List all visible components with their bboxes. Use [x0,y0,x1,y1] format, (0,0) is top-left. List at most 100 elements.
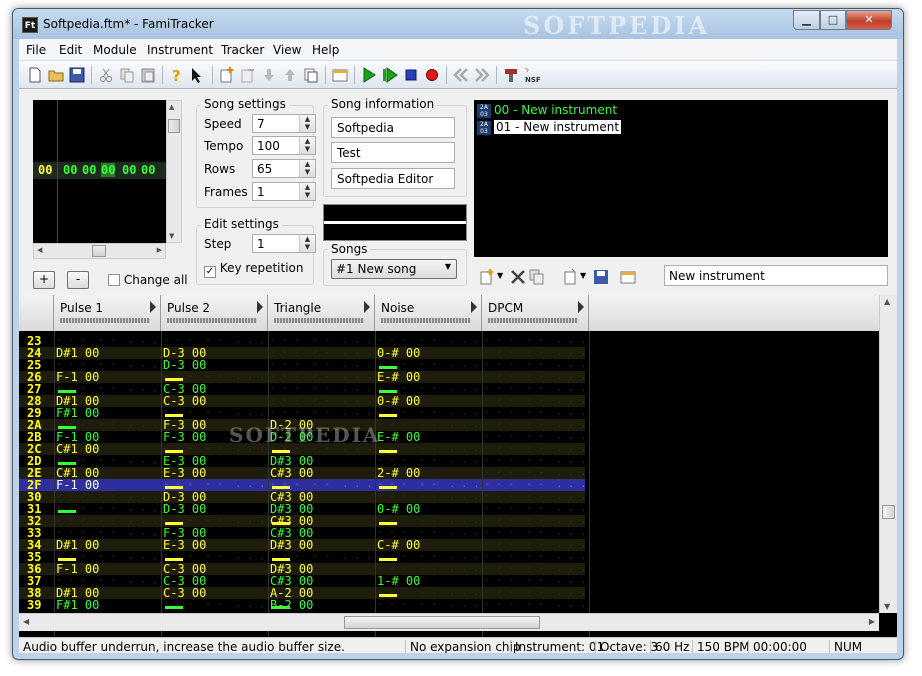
frame-cell-selected[interactable]: 00 [101,163,116,177]
scroll-left-arrow-icon[interactable]: ◀ [37,246,42,254]
channel-menu-arrow-icon[interactable] [257,301,263,313]
pattern-cell[interactable]: - - - - - . . . [377,551,479,563]
pattern-cell[interactable]: F-1 00 [56,371,99,383]
pattern-cell[interactable]: - - - - - . . . [484,467,586,479]
move-frame-down-icon[interactable] [260,66,278,84]
context-help-icon[interactable] [189,66,207,84]
scroll-thumb[interactable] [344,616,540,629]
pattern-cell[interactable]: - - - - - . . . [484,419,586,431]
pattern-cell[interactable]: - - - - - . . . [484,599,586,611]
pattern-cell[interactable]: - - - - - . . . [484,539,586,551]
channel-menu-arrow-icon[interactable] [471,301,477,313]
pattern-cell[interactable]: - - - - - . . . [484,587,586,599]
pattern-cell[interactable]: E-# 00 [377,371,420,383]
close-button[interactable]: ✕ [846,10,892,30]
spinner-arrows-icon[interactable]: ▲ ▼ [299,115,315,132]
checkbox-checked-icon[interactable]: ✓ [204,266,216,278]
pattern-cell[interactable]: - - - - - . . . [484,491,586,503]
scroll-down-arrow-icon[interactable]: ▼ [884,602,890,611]
menu-edit[interactable]: Edit [59,43,82,57]
instrument-list[interactable]: 2A 03 00 - New instrument 2A 03 01 - New ins… [474,100,888,257]
scroll-right-arrow-icon[interactable]: ▶ [869,617,875,626]
pattern-cell[interactable]: 2-# 00 [377,467,420,479]
pattern-cell[interactable]: - - - - - . . . [484,563,586,575]
pattern-cell[interactable]: - - - - - . . . [270,371,372,383]
pattern-vertical-scrollbar[interactable]: ▲ ▼ [879,295,897,613]
save-instrument-icon[interactable] [592,268,610,286]
pattern-cell[interactable]: - - - - - . . . [163,599,265,611]
pattern-cell[interactable]: - - - - - . . . [270,347,372,359]
pattern-cell[interactable]: D-3 00 [163,503,206,515]
pattern-cell[interactable]: - - - - - . . . [484,395,586,407]
pattern-cell[interactable]: B-2 00 [270,599,313,611]
record-icon[interactable] [423,66,441,84]
export-nsf-icon[interactable]: NSF [523,66,541,84]
frame-cell[interactable]: 00 [141,163,155,177]
song-name-field[interactable]: Softpedia [331,117,455,138]
pattern-cell[interactable]: C-3 00 [163,395,206,407]
scroll-thumb[interactable] [168,119,180,133]
pattern-cell[interactable]: D-3 00 [163,359,206,371]
speed-spinner[interactable]: 7 ▲ ▼ [252,114,316,133]
pattern-cell[interactable]: - - - - - . . . [484,455,586,467]
tempo-spinner[interactable]: 100 ▲ ▼ [252,136,316,155]
instrument-item[interactable]: 2A 03 00 - New instrument [477,103,617,119]
pattern-cell[interactable]: - - - - - . . . [270,383,372,395]
song-copyright-field[interactable]: Softpedia Editor [331,168,455,189]
pattern-cell[interactable]: - - - - - . . . [484,347,586,359]
chevron-down-icon[interactable]: ▼ [445,262,451,271]
menu-file[interactable]: File [26,43,46,57]
pattern-cell[interactable]: - - - - - . . . [56,491,158,503]
instrument-item-selected[interactable]: 2A 03 01 - New instrument [477,120,622,136]
remove-instrument-icon[interactable] [509,268,527,286]
song-artist-field[interactable]: Test [331,142,455,163]
save-icon[interactable] [68,66,86,84]
load-instrument-dropdown-icon[interactable]: ▼ [580,271,586,280]
minimize-button[interactable]: ▁ [793,10,820,30]
spinner-arrows-icon[interactable]: ▲ ▼ [299,137,315,154]
pattern-cell[interactable]: - - - - - . . . [56,503,158,515]
pattern-cell[interactable]: 0-# 00 [377,395,420,407]
pattern-cell[interactable]: - - - - - . . . [377,515,479,527]
pattern-cell[interactable]: - - - - - . . . [484,383,586,395]
channel-header-dpcm[interactable]: DPCM [482,295,589,331]
next-track-icon[interactable] [473,66,491,84]
scroll-thumb[interactable] [882,505,895,519]
pattern-cell[interactable]: F-1 00 [56,479,99,491]
pattern-cell[interactable]: - - - - - . . . [270,335,372,347]
channel-header-noise[interactable]: Noise [375,295,482,331]
pattern-cell[interactable]: - - - - - . . . [484,575,586,587]
duplicate-frame-icon[interactable] [302,66,320,84]
scroll-thumb[interactable] [92,245,106,257]
edit-instrument-icon[interactable] [619,268,637,286]
frame-horizontal-scrollbar[interactable]: ◀ ▶ [33,243,166,259]
spinner-arrows-icon[interactable]: ▲ ▼ [299,160,315,177]
insert-frame-icon[interactable] [218,66,236,84]
key-repetition-checkbox[interactable]: ✓ Key repetition [204,261,303,278]
play-pattern-icon[interactable] [381,66,399,84]
instrument-name-field[interactable]: New instrument [664,265,888,286]
spinner-arrows-icon[interactable]: ▲ ▼ [299,235,315,252]
pattern-cell[interactable]: - - - - - . . . [484,527,586,539]
pattern-cell[interactable]: 0-# 00 [377,503,420,515]
previous-track-icon[interactable] [452,66,470,84]
scroll-up-arrow-icon[interactable]: ▲ [169,103,174,111]
pattern-cell[interactable]: - - - - - . . . [377,587,479,599]
copy-icon[interactable] [118,66,136,84]
pattern-cell[interactable]: D#1 00 [56,539,99,551]
frame-cell[interactable]: 00 [122,163,136,177]
pattern-cell[interactable]: - - - - - . . . [484,443,586,455]
scroll-left-arrow-icon[interactable]: ◀ [23,617,29,626]
pattern-cell[interactable]: D#3 00 [270,539,313,551]
add-frame-button[interactable]: + [33,271,55,289]
open-folder-icon[interactable] [47,66,65,84]
change-all-checkbox[interactable]: Change all [108,273,188,287]
pattern-cell[interactable]: - - - - - . . . [484,551,586,563]
step-spinner[interactable]: 1 ▲ ▼ [252,234,316,253]
frame-cell[interactable]: 00 [63,163,77,177]
frames-spinner[interactable]: 1 ▲ ▼ [252,182,316,201]
channel-header-pulse-1[interactable]: Pulse 1 [54,295,161,331]
rows-spinner[interactable]: 65 ▲ ▼ [252,159,316,178]
menu-module[interactable]: Module [93,43,137,57]
pattern-cell[interactable]: C-# 00 [377,539,420,551]
